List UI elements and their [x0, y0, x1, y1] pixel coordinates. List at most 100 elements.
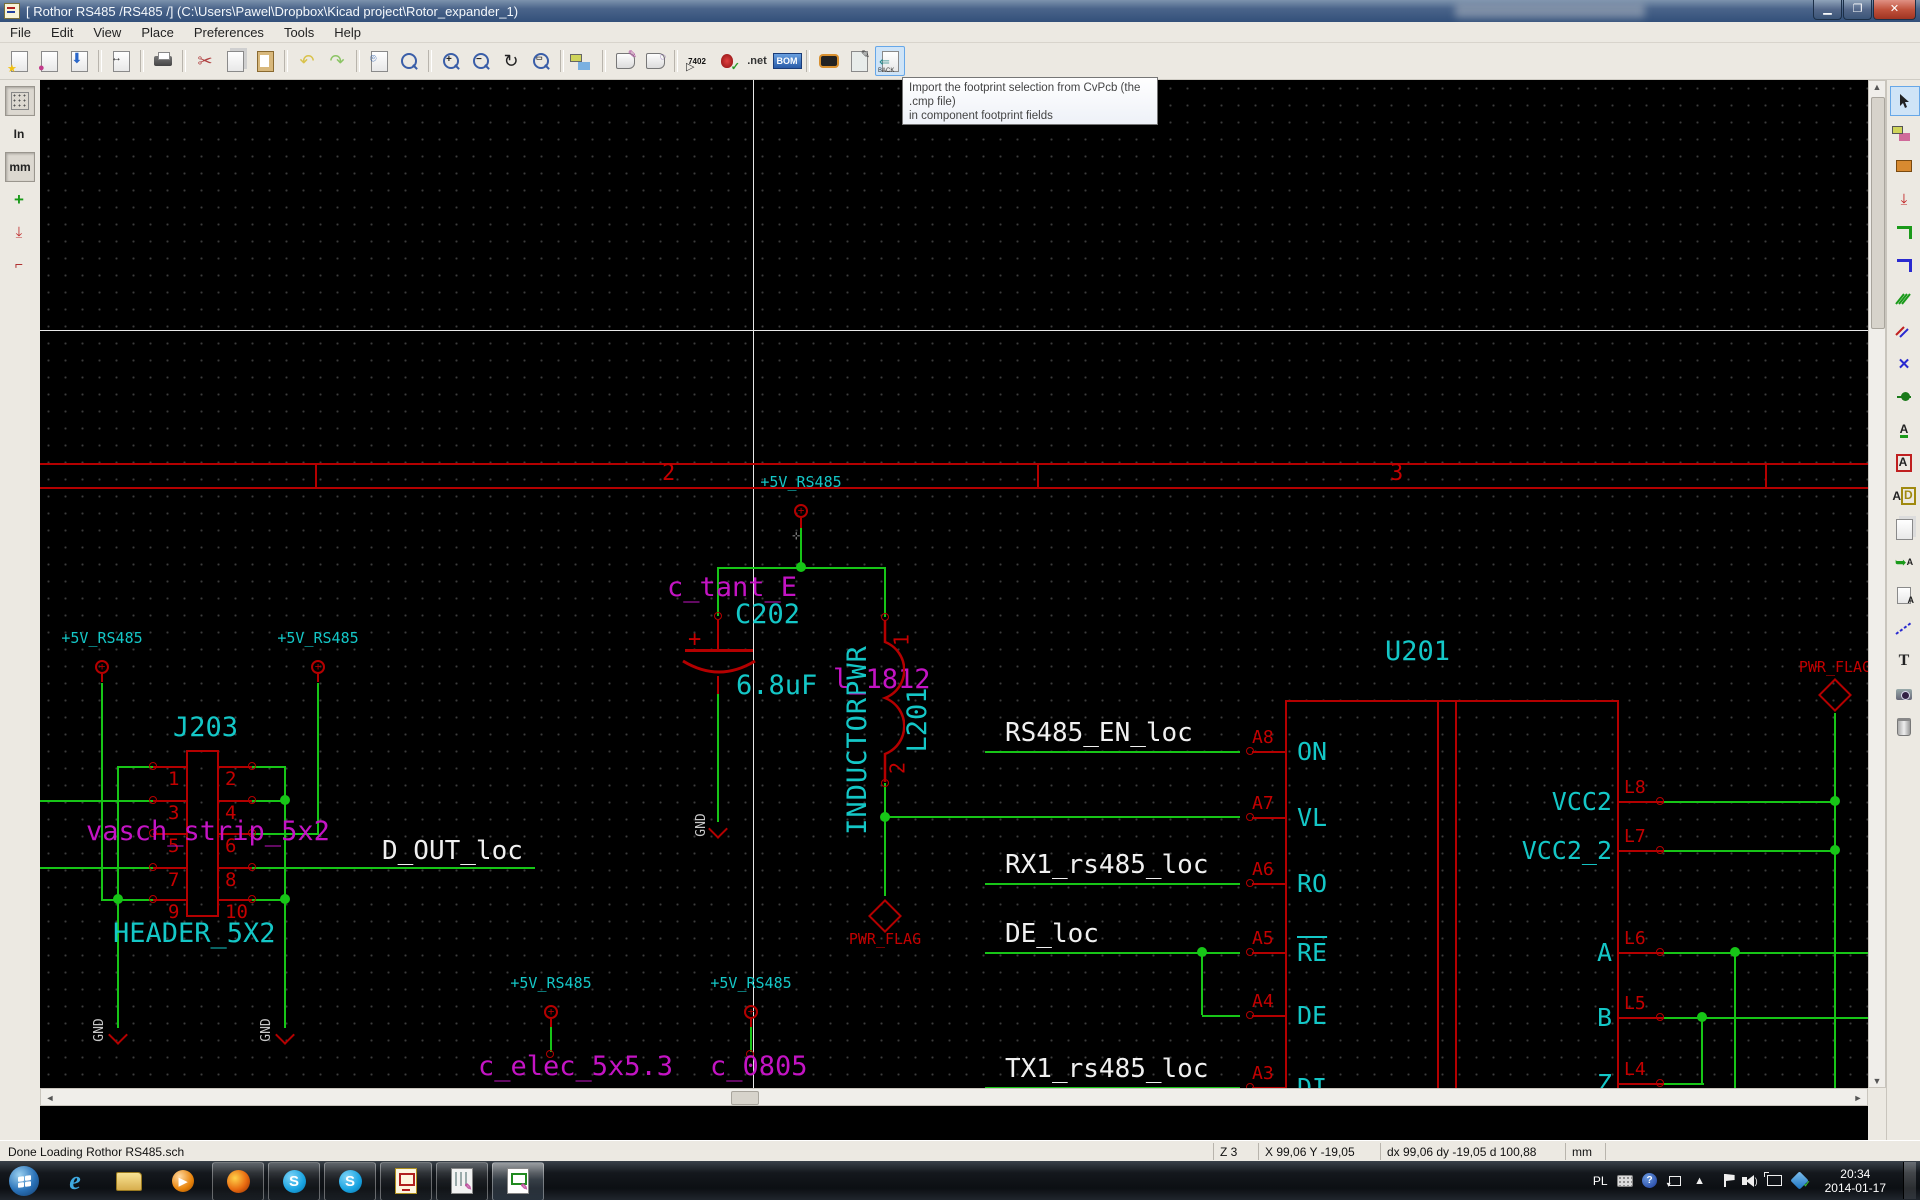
cvpcb-button[interactable] [815, 47, 843, 75]
power-label[interactable]: +5V_RS485 [277, 631, 358, 647]
horizontal-scrollbar-thumb[interactable] [731, 1091, 759, 1105]
net-label-dout[interactable]: D_OUT_loc [382, 838, 523, 865]
add-line-icon[interactable] [1890, 614, 1918, 642]
new-schematic-button[interactable]: ★ [5, 47, 33, 75]
show-hidden-icons[interactable]: ▲ [1692, 1174, 1708, 1188]
bom-button[interactable]: BOM [773, 47, 801, 75]
library-browser-button[interactable]: ◌ [641, 47, 669, 75]
no-connect-icon[interactable]: ✕ [1890, 350, 1918, 378]
power-symbol[interactable]: + [744, 1005, 758, 1019]
vertical-scrollbar[interactable]: ▲ ▼ [1868, 80, 1886, 1088]
zoom-fit-button[interactable]: ▭ [527, 47, 555, 75]
power-symbol[interactable]: + [311, 660, 325, 674]
find-replace-button[interactable] [395, 47, 423, 75]
power-label[interactable]: +5V_RS485 [760, 475, 841, 491]
language-indicator[interactable]: PL [1593, 1174, 1608, 1188]
wire-to-bus-entry-icon[interactable] [1890, 284, 1918, 312]
add-bitmap-icon[interactable] [1890, 680, 1918, 708]
find-button[interactable]: ⌾ [365, 47, 393, 75]
taskbar-eeschema[interactable]: ✎ [492, 1162, 544, 1200]
add-text-icon[interactable]: T [1890, 647, 1918, 675]
hidden-pins-button[interactable]: ⤓ [5, 218, 33, 246]
hierarchy-sheet-icon[interactable] [1890, 119, 1918, 147]
vertical-scrollbar-thumb[interactable] [1871, 97, 1885, 329]
cursor-shape-button[interactable]: + [5, 186, 33, 214]
cap-ref[interactable]: C202 [735, 601, 800, 629]
hierarchy-navigator-button[interactable] [569, 47, 597, 75]
units-mm-button[interactable]: mm [5, 152, 35, 182]
add-wire-icon[interactable] [1890, 218, 1918, 246]
ic-body[interactable] [1285, 700, 1619, 1088]
keyboard-icon[interactable] [1617, 1174, 1633, 1188]
minimize-button[interactable]: ▁ [1813, 0, 1842, 20]
add-sheet-icon[interactable] [1890, 515, 1918, 543]
taskbar-pcbnew[interactable]: ✎ [436, 1162, 488, 1200]
help-icon[interactable]: ? [1642, 1174, 1658, 1188]
menu-tools[interactable]: Tools [274, 23, 324, 42]
cap-footprint[interactable]: c_0805 [710, 1053, 808, 1081]
pwr-flag-symbol[interactable] [1818, 678, 1852, 712]
menu-file[interactable]: File [0, 23, 41, 42]
bus-to-bus-entry-icon[interactable] [1890, 317, 1918, 345]
add-sheet-pin-icon[interactable]: A [1890, 581, 1918, 609]
net-label-tx1[interactable]: TX1_rs485_loc [1005, 1056, 1209, 1083]
add-global-label-icon[interactable]: A [1890, 449, 1918, 477]
taskbar-skype-2[interactable]: S [324, 1162, 376, 1200]
print-button[interactable] [149, 47, 177, 75]
annotate-button[interactable]: 7402▷ [683, 47, 711, 75]
menu-view[interactable]: View [83, 23, 131, 42]
save-project-button[interactable]: ⬇ [65, 47, 93, 75]
menu-edit[interactable]: Edit [41, 23, 83, 42]
taskbar-kicad[interactable] [380, 1162, 432, 1200]
undo-button[interactable]: ↶ [293, 47, 321, 75]
ic-ref[interactable]: U201 [1385, 638, 1450, 666]
window-restore-tray-icon[interactable]: ▾ [1667, 1174, 1683, 1188]
menu-place[interactable]: Place [131, 23, 184, 42]
clock[interactable]: 20:34 2014-01-17 [1825, 1167, 1886, 1195]
power-symbol[interactable]: + [95, 660, 109, 674]
network-icon[interactable] [1767, 1174, 1783, 1188]
erc-button[interactable]: ✓ [713, 47, 741, 75]
units-inch-button[interactable]: In [5, 120, 33, 148]
connector-value[interactable]: HEADER_5X2 [113, 920, 276, 948]
menu-preferences[interactable]: Preferences [184, 23, 274, 42]
close-button[interactable]: ✕ [1873, 0, 1916, 20]
open-schematic-button[interactable]: ● [35, 47, 63, 75]
volume-icon[interactable]: ) [1742, 1174, 1758, 1188]
connector-footprint[interactable]: vasch_strip_5x2 [86, 818, 330, 846]
redo-button[interactable]: ↷ [323, 47, 351, 75]
taskbar-firefox[interactable] [212, 1162, 264, 1200]
redraw-button[interactable]: ↻ [497, 47, 525, 75]
add-component-icon[interactable] [1890, 152, 1918, 180]
pcbnew-button[interactable]: ✎ [845, 47, 873, 75]
inductor-ref[interactable]: L201 [904, 687, 932, 752]
pwr-flag-symbol[interactable] [868, 899, 902, 933]
add-bus-icon[interactable] [1890, 251, 1918, 279]
power-label[interactable]: +5V_RS485 [710, 976, 791, 992]
add-label-icon[interactable]: A [1890, 416, 1918, 444]
zoom-in-button[interactable]: + [437, 47, 465, 75]
backannotate-button[interactable]: ⇐BACK [875, 46, 905, 76]
copy-button[interactable] [221, 47, 249, 75]
gnd-symbol[interactable] [708, 819, 728, 839]
net-label-de[interactable]: DE_loc [1005, 921, 1099, 948]
paste-button[interactable] [251, 47, 279, 75]
taskbar-wmp[interactable]: ▶ [158, 1163, 208, 1200]
net-label-rx1[interactable]: RX1_rs485_loc [1005, 852, 1209, 879]
dropbox-icon[interactable]: ✓ [1792, 1174, 1808, 1188]
import-sheet-pin-icon[interactable]: ➥A [1890, 548, 1918, 576]
power-label[interactable]: +5V_RS485 [510, 976, 591, 992]
horizontal-scrollbar[interactable]: ◄ ► [40, 1088, 1868, 1106]
delete-icon[interactable] [1890, 713, 1918, 741]
show-desktop-button[interactable] [1903, 1162, 1916, 1199]
cursor-tool-icon[interactable] [1890, 86, 1920, 116]
power-label[interactable]: +5V_RS485 [61, 631, 142, 647]
schematic-canvas[interactable]: 2 3 +5V_RS485 + +5V_RS485 + +5V_RS485 + … [40, 80, 1868, 1088]
taskbar-explorer[interactable] [104, 1163, 154, 1200]
gnd-symbol[interactable] [108, 1025, 128, 1045]
hv-wires-button[interactable]: ⌐ [5, 250, 33, 278]
cap-footprint[interactable]: c_elec_5x5.3 [478, 1053, 673, 1081]
cut-button[interactable]: ✂ [191, 47, 219, 75]
page-settings-button[interactable]: ↔ [107, 47, 135, 75]
menu-help[interactable]: Help [324, 23, 371, 42]
